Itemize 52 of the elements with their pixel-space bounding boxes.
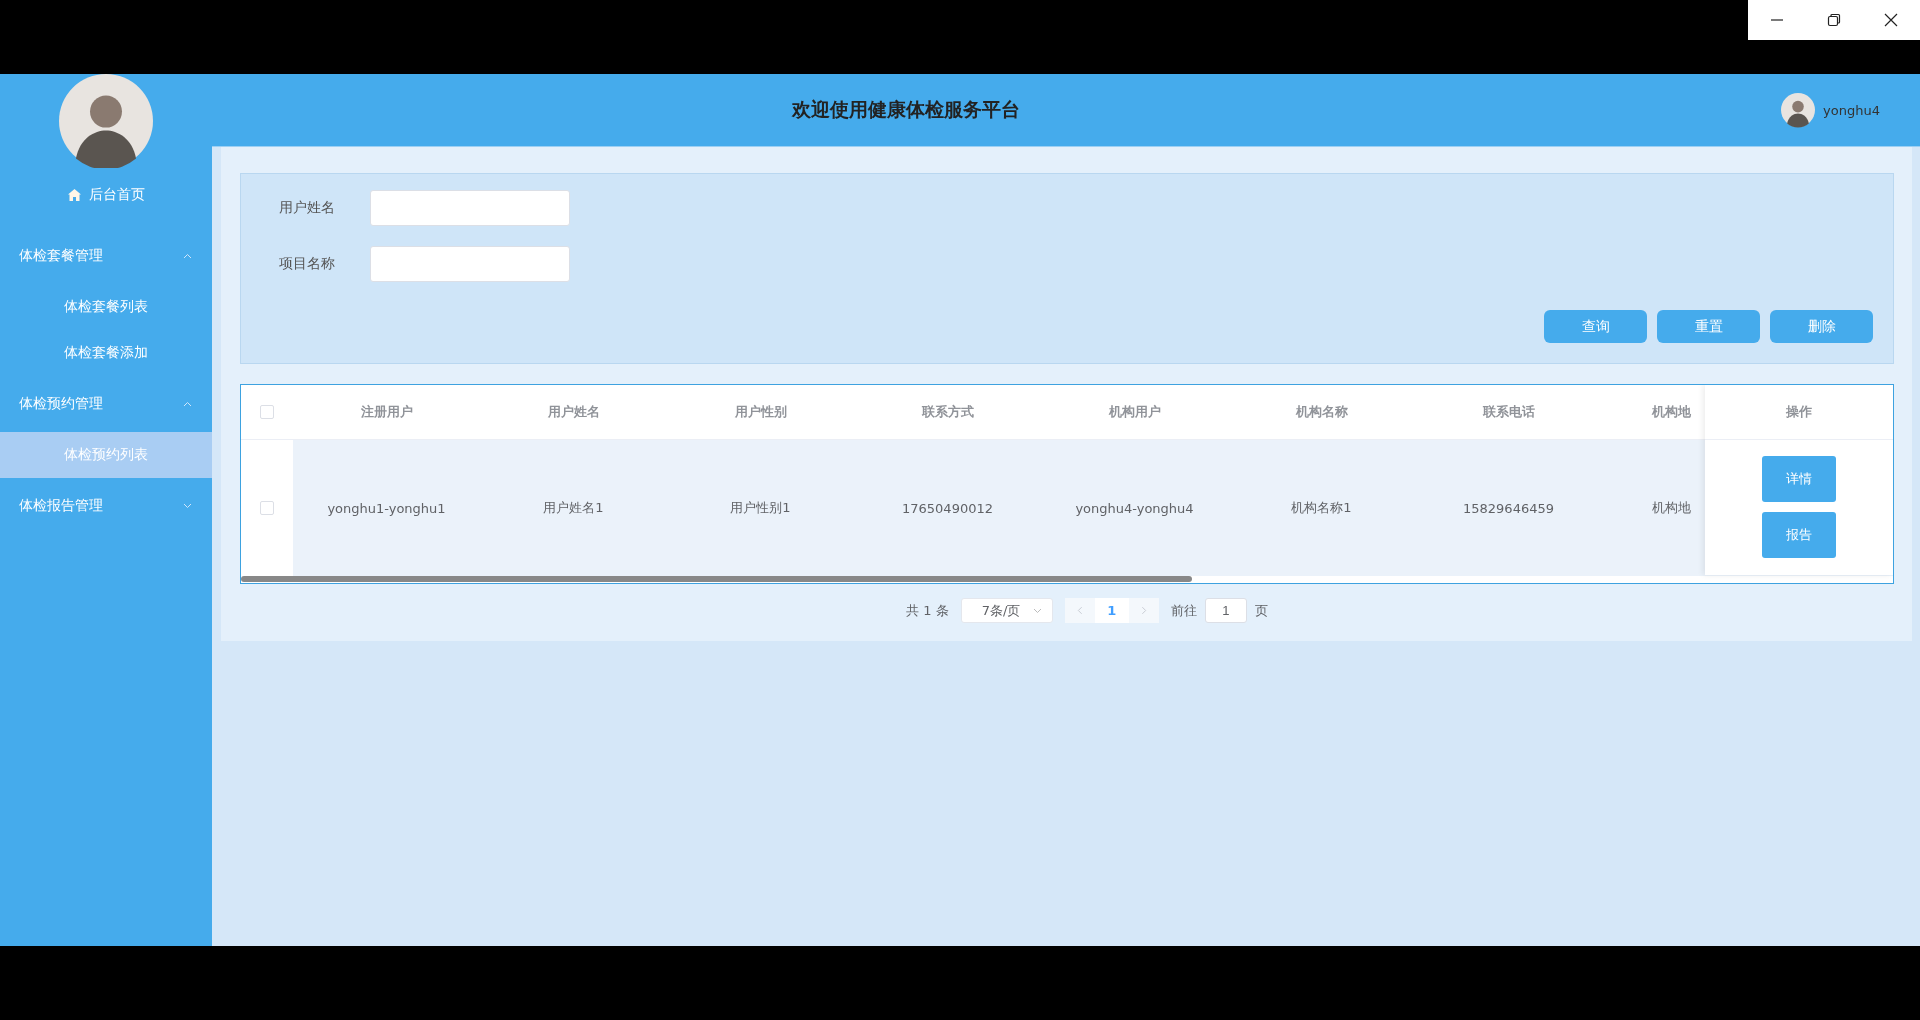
close-icon[interactable]	[1884, 13, 1899, 27]
chevron-icon	[1032, 607, 1042, 614]
column-header: 联系方式	[921, 403, 974, 421]
menu-group[interactable]: 体检预约管理	[0, 376, 212, 432]
input-field[interactable]	[370, 246, 570, 282]
page-suffix: 页	[1254, 601, 1268, 620]
chevron-icon	[183, 401, 192, 407]
input-field[interactable]	[370, 190, 570, 226]
column-header: 注册用户	[360, 403, 413, 421]
scrollbar[interactable]	[241, 576, 1192, 582]
restore-icon[interactable]	[1827, 13, 1841, 27]
table-cell: 用户姓名1	[543, 499, 604, 517]
menu-item[interactable]: 体检套餐添加	[0, 330, 212, 376]
action-button[interactable]: 重置	[1657, 310, 1760, 343]
column-header: 联系电话	[1482, 403, 1535, 421]
column-header: 操作	[1786, 403, 1812, 421]
user-avatar[interactable]	[1781, 91, 1816, 129]
page-input[interactable]: 1	[1204, 598, 1247, 623]
column-header: 机构地	[1652, 403, 1691, 421]
column-header: 机构名称	[1295, 403, 1348, 421]
column-header: 用户姓名	[547, 403, 600, 421]
menu-item[interactable]: 体检套餐列表	[0, 284, 212, 330]
menu-group[interactable]: 体检套餐管理	[0, 228, 212, 284]
chevron-icon	[183, 253, 192, 259]
table-cell: 15829646459	[1463, 500, 1554, 516]
home-icon	[67, 189, 81, 201]
checkbox[interactable]	[260, 501, 274, 515]
page-size-select[interactable]: 7条/页	[960, 598, 1053, 623]
user-name[interactable]: yonghu4	[1823, 102, 1880, 118]
action-button[interactable]: 删除	[1770, 310, 1873, 343]
field-label: 项目名称	[279, 255, 336, 273]
home-link[interactable]: 后台首页	[0, 176, 212, 214]
table-cell: 17650490012	[902, 500, 993, 516]
table-cell: 用户性别1	[730, 499, 791, 517]
chevron-icon	[183, 503, 192, 509]
column-header: 用户性别	[734, 403, 787, 421]
field-label: 用户姓名	[279, 199, 336, 217]
page-title: 欢迎使用健康体检服务平台	[792, 97, 1020, 122]
goto-label: 前往	[1170, 601, 1197, 620]
action-button[interactable]: 查询	[1544, 310, 1647, 343]
row-action-button[interactable]: 报告	[1762, 512, 1836, 558]
row-action-button[interactable]: 详情	[1762, 456, 1836, 502]
table-cell: yonghu1-yonghu1	[327, 500, 446, 516]
checkbox[interactable]	[260, 405, 274, 419]
menu-item[interactable]: 体检预约列表	[0, 432, 212, 478]
table-cell: 机构名称1	[1291, 499, 1352, 517]
menu-group[interactable]: 体检报告管理	[0, 478, 212, 534]
table-cell: 机构地	[1652, 499, 1691, 517]
column-header: 机构用户	[1108, 403, 1161, 421]
total-count: 共 1 条	[906, 601, 949, 620]
table-cell: yonghu4-yonghu4	[1075, 500, 1194, 516]
page-number[interactable]: 1	[1094, 598, 1129, 623]
